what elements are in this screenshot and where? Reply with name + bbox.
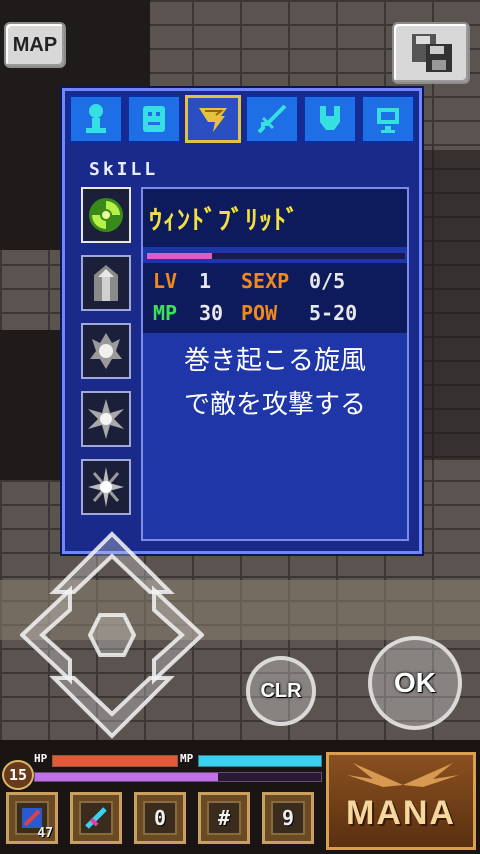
slot-hash-icon: # (207, 801, 241, 835)
skill-stats: LV 1 SEXP 0/5 MP 30 POW 5-20 (143, 263, 407, 333)
tab-accessory[interactable] (303, 95, 357, 143)
character-icon (86, 104, 106, 133)
mp-value: 30 (199, 301, 224, 325)
sexp-value: 0/5 (309, 269, 346, 293)
item-count: 47 (37, 826, 53, 841)
hp-bar (52, 755, 178, 767)
clr-button[interactable]: CLR (246, 656, 316, 726)
mp-bar (198, 755, 322, 767)
description-line-1: 巻き起こる旋風 (183, 346, 366, 376)
mp-label: MP (153, 301, 178, 325)
pillar-skill-icon (94, 265, 118, 301)
item-slot-3[interactable]: 0 (134, 792, 186, 844)
player-level: 15 (2, 760, 34, 790)
skill-description: 巻き起こる旋風 で敵を攻撃する (143, 339, 407, 427)
skill-slot-1[interactable] (81, 187, 131, 243)
skill-window: SkILL ｳｨﾝﾄﾞﾌﾞﾘｯﾄﾞ LV 1 SEXP 0/5 MP 30 PO… (62, 88, 422, 554)
item-slot-5[interactable]: 9 (262, 792, 314, 844)
exp-fill (35, 773, 219, 781)
section-label: SkILL (89, 159, 159, 180)
dpad (20, 531, 204, 739)
wings-icon (347, 763, 459, 787)
dpad-center[interactable] (87, 613, 137, 657)
flame-skill-icon (90, 333, 122, 369)
pow-value: 5-20 (309, 301, 358, 325)
mana-label: MANA (346, 794, 456, 832)
skill-slot-3[interactable] (81, 323, 131, 379)
sword-icon (257, 104, 287, 134)
skill-slot-4[interactable] (81, 391, 131, 447)
dpad-up[interactable] (49, 531, 175, 594)
floppy-disk-icon (412, 34, 452, 72)
skill-slot-2[interactable] (81, 255, 131, 311)
map-button[interactable]: MAP (4, 22, 66, 68)
menu-tabs (69, 95, 415, 147)
item-slot-2[interactable] (70, 792, 122, 844)
pow-label: POW (241, 301, 278, 325)
dpad-right[interactable] (152, 585, 204, 685)
description-line-2: で敵を攻撃する (183, 390, 366, 420)
armor-icon (143, 106, 165, 132)
hp-label: HP (34, 752, 48, 765)
tab-character[interactable] (69, 95, 123, 143)
sexp-label: SEXP (241, 269, 290, 293)
ok-button[interactable]: OK (368, 636, 462, 730)
skill-exp-fill (147, 253, 212, 259)
lv-value: 1 (199, 269, 212, 293)
skill-name: ｳｨﾝﾄﾞﾌﾞﾘｯﾄﾞ (143, 189, 407, 247)
skill-tornado-icon (199, 108, 227, 132)
dpad-left[interactable] (20, 585, 72, 685)
mana-button[interactable]: MANA (326, 752, 476, 850)
dungeon-shadow-area-left (0, 330, 60, 480)
gauntlet-icon (320, 106, 340, 130)
skill-detail: ｳｨﾝﾄﾞﾌﾞﾘｯﾄﾞ LV 1 SEXP 0/5 MP 30 POW 5-20… (141, 187, 409, 541)
item-slot-4[interactable]: # (198, 792, 250, 844)
spike-skill-icon (88, 399, 124, 439)
skill-exp-bar (147, 253, 405, 259)
dpad-down[interactable] (49, 676, 175, 739)
gem-item-icon (85, 807, 107, 829)
wind-bullet-skill-icon (89, 198, 123, 232)
tab-weapon[interactable] (245, 95, 299, 143)
monitor-icon (377, 108, 399, 133)
lv-label: LV (153, 269, 178, 293)
hp-fill (53, 756, 177, 766)
tab-armor[interactable] (127, 95, 181, 143)
tab-system[interactable] (361, 95, 415, 143)
slot-0-icon: 0 (143, 801, 177, 835)
burst-skill-icon (88, 467, 124, 507)
slot-9-icon: 9 (271, 801, 305, 835)
item-slot-1[interactable]: 47 (6, 792, 58, 844)
tab-skill[interactable] (185, 95, 241, 143)
dungeon-shadow-area-right (420, 150, 480, 460)
skill-slot-5[interactable] (81, 459, 131, 515)
exp-bar (34, 772, 322, 782)
mp-fill (199, 756, 321, 766)
save-button[interactable] (392, 22, 470, 84)
mp-bar-label: MP (180, 752, 194, 765)
